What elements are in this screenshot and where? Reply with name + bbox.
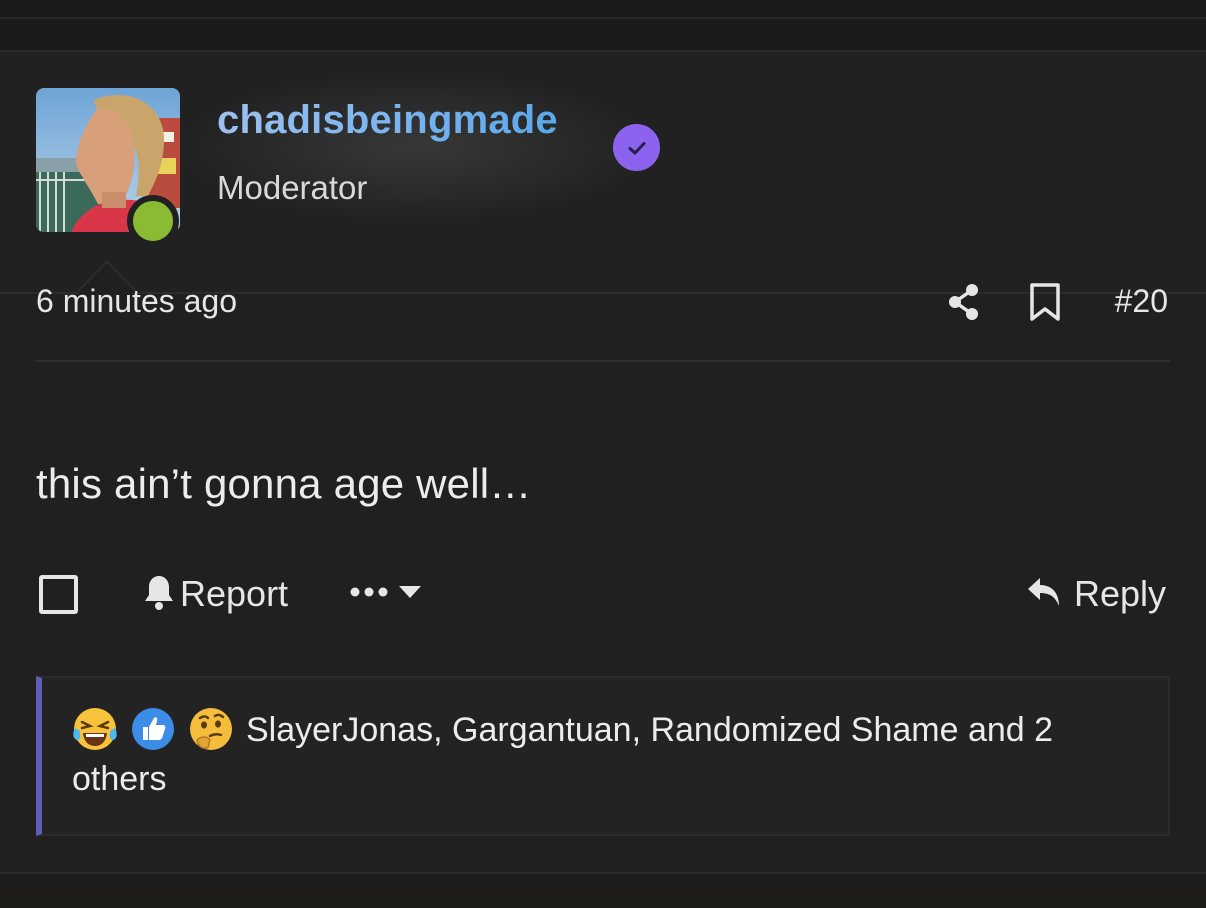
report-label: Report: [180, 573, 289, 614]
bell-icon: [142, 573, 176, 616]
ellipsis-icon: [350, 585, 388, 603]
post-timestamp[interactable]: 6 minutes ago: [36, 283, 237, 320]
report-button[interactable]: Report: [142, 572, 288, 616]
thinking-emoji-icon[interactable]: [188, 706, 234, 752]
reply-button[interactable]: Reply: [1026, 572, 1166, 616]
reactions-bar[interactable]: SlayerJonas, Gargantuan, Randomized Sham…: [36, 676, 1170, 836]
bookmark-icon[interactable]: [1029, 282, 1061, 322]
post: chadisbeingmade Moderator 6 minutes ago …: [0, 52, 1206, 874]
more-options-button[interactable]: [350, 576, 422, 612]
post-body: this ain’t gonna age well…: [36, 460, 532, 507]
reply-label: Reply: [1073, 573, 1166, 614]
post-user-header: chadisbeingmade Moderator: [0, 52, 1206, 295]
reply-arrow-icon: [1026, 576, 1062, 613]
laughing-crying-emoji-icon[interactable]: [72, 706, 118, 752]
post-number-link[interactable]: #20: [1115, 283, 1168, 320]
next-post-edge: [0, 874, 1206, 908]
online-status-indicator: [127, 195, 179, 247]
top-separator: [0, 0, 1206, 52]
verified-badge-icon: [613, 124, 660, 171]
user-title: Moderator: [217, 169, 368, 206]
avatar[interactable]: [36, 88, 180, 247]
select-post-checkbox[interactable]: [39, 575, 78, 614]
caret-down-icon: [398, 584, 422, 605]
post-meta: 6 minutes ago #20: [36, 260, 1170, 362]
thumbs-up-emoji-icon[interactable]: [130, 706, 176, 752]
post-actions: Report Reply: [36, 570, 1170, 620]
username-link[interactable]: chadisbeingmade: [217, 98, 558, 143]
share-icon[interactable]: [946, 282, 982, 322]
